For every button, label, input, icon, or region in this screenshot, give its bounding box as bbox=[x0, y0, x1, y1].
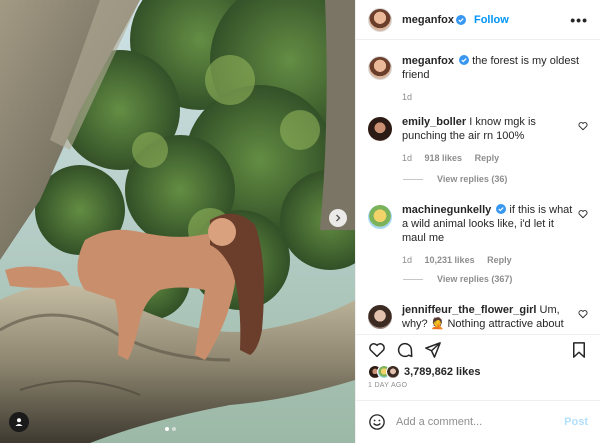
heart-icon[interactable] bbox=[578, 121, 588, 131]
post-date: 1 DAY AGO bbox=[368, 382, 408, 389]
comment-avatar[interactable] bbox=[368, 305, 392, 329]
more-options-icon[interactable]: ••• bbox=[570, 12, 588, 28]
comment-likes[interactable]: 918 likes bbox=[425, 153, 463, 163]
reply-button[interactable]: Reply bbox=[487, 255, 512, 265]
caption: meganfox the forest is my oldest friend … bbox=[368, 54, 590, 104]
comment-item: jenniffeur_the_flower_girl Um, why? 🤦 No… bbox=[368, 303, 590, 331]
caption-avatar[interactable] bbox=[368, 56, 392, 80]
post-photo[interactable] bbox=[0, 0, 355, 443]
bookmark-icon[interactable] bbox=[570, 341, 588, 359]
comment-composer: Post bbox=[356, 400, 600, 443]
user-tag-icon bbox=[15, 418, 23, 426]
reply-button[interactable]: Reply bbox=[475, 153, 500, 163]
comment-time: 1d bbox=[402, 153, 413, 163]
instagram-post: meganfox Follow ••• meganfox the forest … bbox=[0, 0, 600, 443]
author-avatar[interactable] bbox=[368, 7, 392, 32]
verified-badge-icon bbox=[459, 55, 470, 65]
forest-photo bbox=[0, 0, 355, 443]
caption-time: 1d bbox=[402, 92, 413, 102]
follow-button[interactable]: Follow bbox=[474, 14, 509, 26]
share-icon[interactable] bbox=[424, 341, 442, 359]
comments-list[interactable]: meganfox the forest is my oldest friend … bbox=[356, 41, 600, 333]
comment-time: 1d bbox=[402, 255, 413, 265]
post-actions: 3,789,862 likes 1 DAY AGO bbox=[356, 334, 600, 392]
replies-divider bbox=[403, 178, 423, 180]
liker-avatar bbox=[386, 365, 400, 379]
comment-icon[interactable] bbox=[396, 341, 414, 359]
emoji-icon[interactable] bbox=[368, 413, 386, 431]
comment-username[interactable]: jenniffeur_the_flower_girl bbox=[402, 304, 536, 316]
caption-username[interactable]: meganfox bbox=[402, 55, 454, 67]
comment-item: emily_boller I know mgk is punching the … bbox=[368, 115, 590, 165]
view-replies-label: View replies (36) bbox=[437, 174, 508, 184]
replies-divider bbox=[403, 278, 423, 280]
post-comment-button[interactable]: Post bbox=[564, 416, 588, 428]
carousel-dot bbox=[172, 427, 176, 431]
comment-username[interactable]: machinegunkelly bbox=[402, 204, 491, 216]
post-header: meganfox Follow ••• bbox=[356, 0, 600, 40]
author-username[interactable]: meganfox bbox=[402, 14, 454, 26]
post-details-panel: meganfox Follow ••• meganfox the forest … bbox=[355, 0, 600, 443]
view-replies-button[interactable]: View replies (367) bbox=[403, 274, 512, 284]
view-replies-label: View replies (367) bbox=[437, 274, 513, 284]
comment-username[interactable]: emily_boller bbox=[402, 116, 466, 128]
carousel-dot-active bbox=[165, 427, 169, 431]
comment-likes[interactable]: 10,231 likes bbox=[425, 255, 475, 265]
carousel-indicator bbox=[165, 427, 176, 431]
comment-avatar[interactable] bbox=[368, 205, 392, 229]
comment-input[interactable] bbox=[396, 416, 565, 428]
heart-icon[interactable] bbox=[578, 309, 588, 319]
likes-count[interactable]: 3,789,862 likes bbox=[404, 366, 480, 378]
comment-avatar[interactable] bbox=[368, 117, 392, 141]
verified-badge-icon bbox=[455, 14, 466, 25]
heart-icon[interactable] bbox=[578, 209, 588, 219]
view-replies-button[interactable]: View replies (36) bbox=[403, 174, 507, 184]
comment-item: machinegunkelly if this is what a wild a… bbox=[368, 203, 590, 267]
chevron-right-icon bbox=[336, 214, 341, 222]
likes-summary[interactable]: 3,789,862 likes bbox=[368, 365, 480, 379]
verified-badge-icon bbox=[496, 204, 507, 214]
next-photo-button[interactable] bbox=[329, 209, 347, 227]
user-tags-button[interactable] bbox=[9, 412, 29, 432]
heart-icon[interactable] bbox=[368, 341, 386, 359]
